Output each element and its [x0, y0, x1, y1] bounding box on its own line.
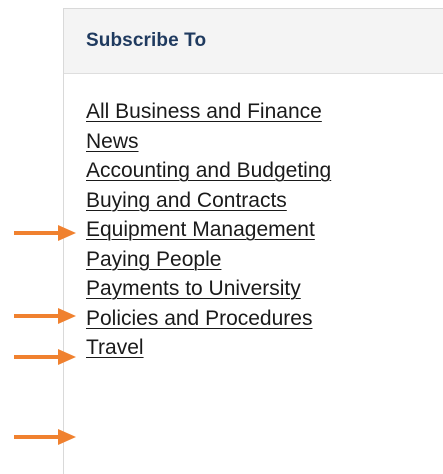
link-policies-and-procedures[interactable]: Policies and Procedures	[86, 307, 312, 330]
right-arrow-icon	[14, 225, 76, 241]
link-paying-people[interactable]: Paying People	[86, 248, 221, 271]
subscription-link-list: All Business and Finance News Accounting…	[86, 97, 331, 363]
list-item: Buying and Contracts	[86, 186, 331, 216]
list-item: Accounting and Budgeting	[86, 156, 331, 186]
list-item: All Business and Finance	[86, 97, 331, 127]
panel-header: Subscribe To	[64, 9, 443, 74]
right-arrow-icon	[14, 349, 76, 365]
list-item: News	[86, 127, 331, 157]
link-accounting-and-budgeting[interactable]: Accounting and Budgeting	[86, 159, 331, 182]
subscribe-panel: Subscribe To All Business and Finance Ne…	[63, 8, 443, 474]
list-item: Policies and Procedures	[86, 304, 331, 334]
link-news[interactable]: News	[86, 130, 139, 153]
list-item: Payments to University	[86, 274, 331, 304]
right-arrow-icon	[14, 308, 76, 324]
list-item: Travel	[86, 333, 331, 363]
link-travel[interactable]: Travel	[86, 336, 144, 359]
list-item: Paying People	[86, 245, 331, 275]
panel-title: Subscribe To	[86, 30, 207, 51]
page: Subscribe To All Business and Finance Ne…	[0, 0, 443, 474]
list-item: Equipment Management	[86, 215, 331, 245]
right-arrow-icon	[14, 429, 76, 445]
link-all-business-and-finance[interactable]: All Business and Finance	[86, 100, 322, 123]
link-equipment-management[interactable]: Equipment Management	[86, 218, 315, 241]
link-buying-and-contracts[interactable]: Buying and Contracts	[86, 189, 287, 212]
link-payments-to-university[interactable]: Payments to University	[86, 277, 301, 300]
